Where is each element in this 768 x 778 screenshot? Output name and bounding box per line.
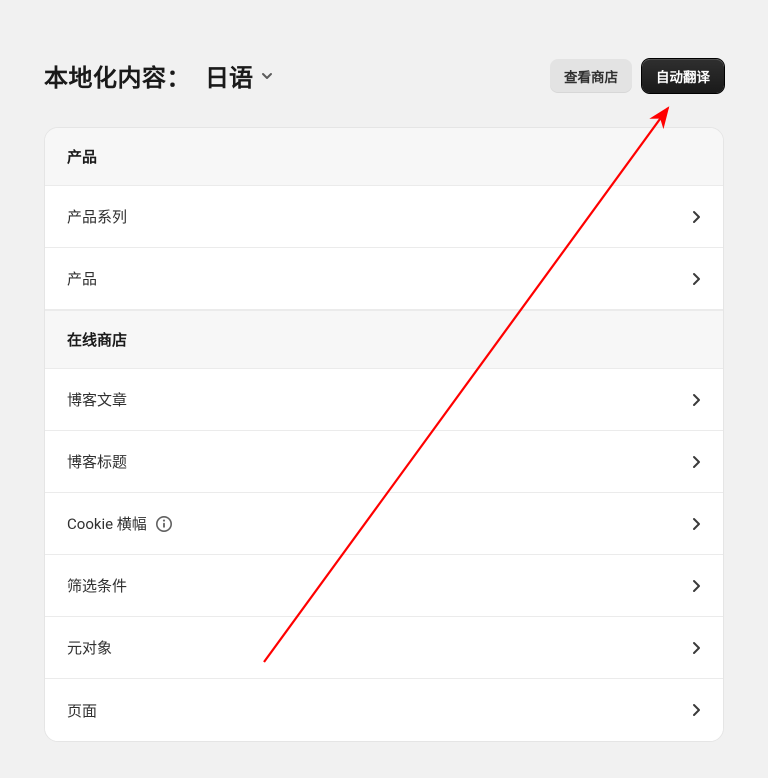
language-selector-label: 日语 (205, 58, 253, 93)
view-store-button-label: 查看商店 (564, 66, 618, 86)
chevron-right-icon (692, 272, 701, 286)
chevron-down-icon (259, 68, 275, 84)
page-title: 本地化内容： (44, 58, 191, 93)
localization-card: 产品 产品系列 产品 在线商店 博客文章 (44, 127, 724, 742)
info-icon[interactable] (155, 515, 173, 533)
auto-translate-button[interactable]: 自动翻译 (642, 59, 724, 93)
row-label: 筛选条件 (67, 575, 127, 596)
row-label: Cookie 横幅 (67, 513, 147, 534)
section-header-products: 产品 (45, 128, 723, 186)
chevron-right-icon (692, 210, 701, 224)
row-pages[interactable]: 页面 (45, 679, 723, 741)
row-blog-titles[interactable]: 博客标题 (45, 431, 723, 493)
row-label: 页面 (67, 700, 97, 721)
row-label: 产品 (67, 268, 97, 289)
section-header-online-store: 在线商店 (45, 310, 723, 369)
language-selector[interactable]: 日语 (205, 58, 275, 93)
row-label: 元对象 (67, 637, 112, 658)
row-label: 产品系列 (67, 206, 127, 227)
row-products[interactable]: 产品 (45, 248, 723, 310)
chevron-right-icon (692, 455, 701, 469)
chevron-right-icon (692, 703, 701, 717)
row-label: 博客文章 (67, 389, 127, 410)
row-filters[interactable]: 筛选条件 (45, 555, 723, 617)
page-header: 本地化内容： 日语 查看商店 自动翻译 (44, 58, 724, 93)
chevron-right-icon (692, 579, 701, 593)
row-blog-posts[interactable]: 博客文章 (45, 369, 723, 431)
auto-translate-button-label: 自动翻译 (656, 66, 710, 86)
row-label: 博客标题 (67, 451, 127, 472)
row-cookie-banner[interactable]: Cookie 横幅 (45, 493, 723, 555)
row-collections[interactable]: 产品系列 (45, 186, 723, 248)
chevron-right-icon (692, 641, 701, 655)
chevron-right-icon (692, 393, 701, 407)
row-metaobjects[interactable]: 元对象 (45, 617, 723, 679)
view-store-button[interactable]: 查看商店 (550, 59, 632, 93)
chevron-right-icon (692, 517, 701, 531)
